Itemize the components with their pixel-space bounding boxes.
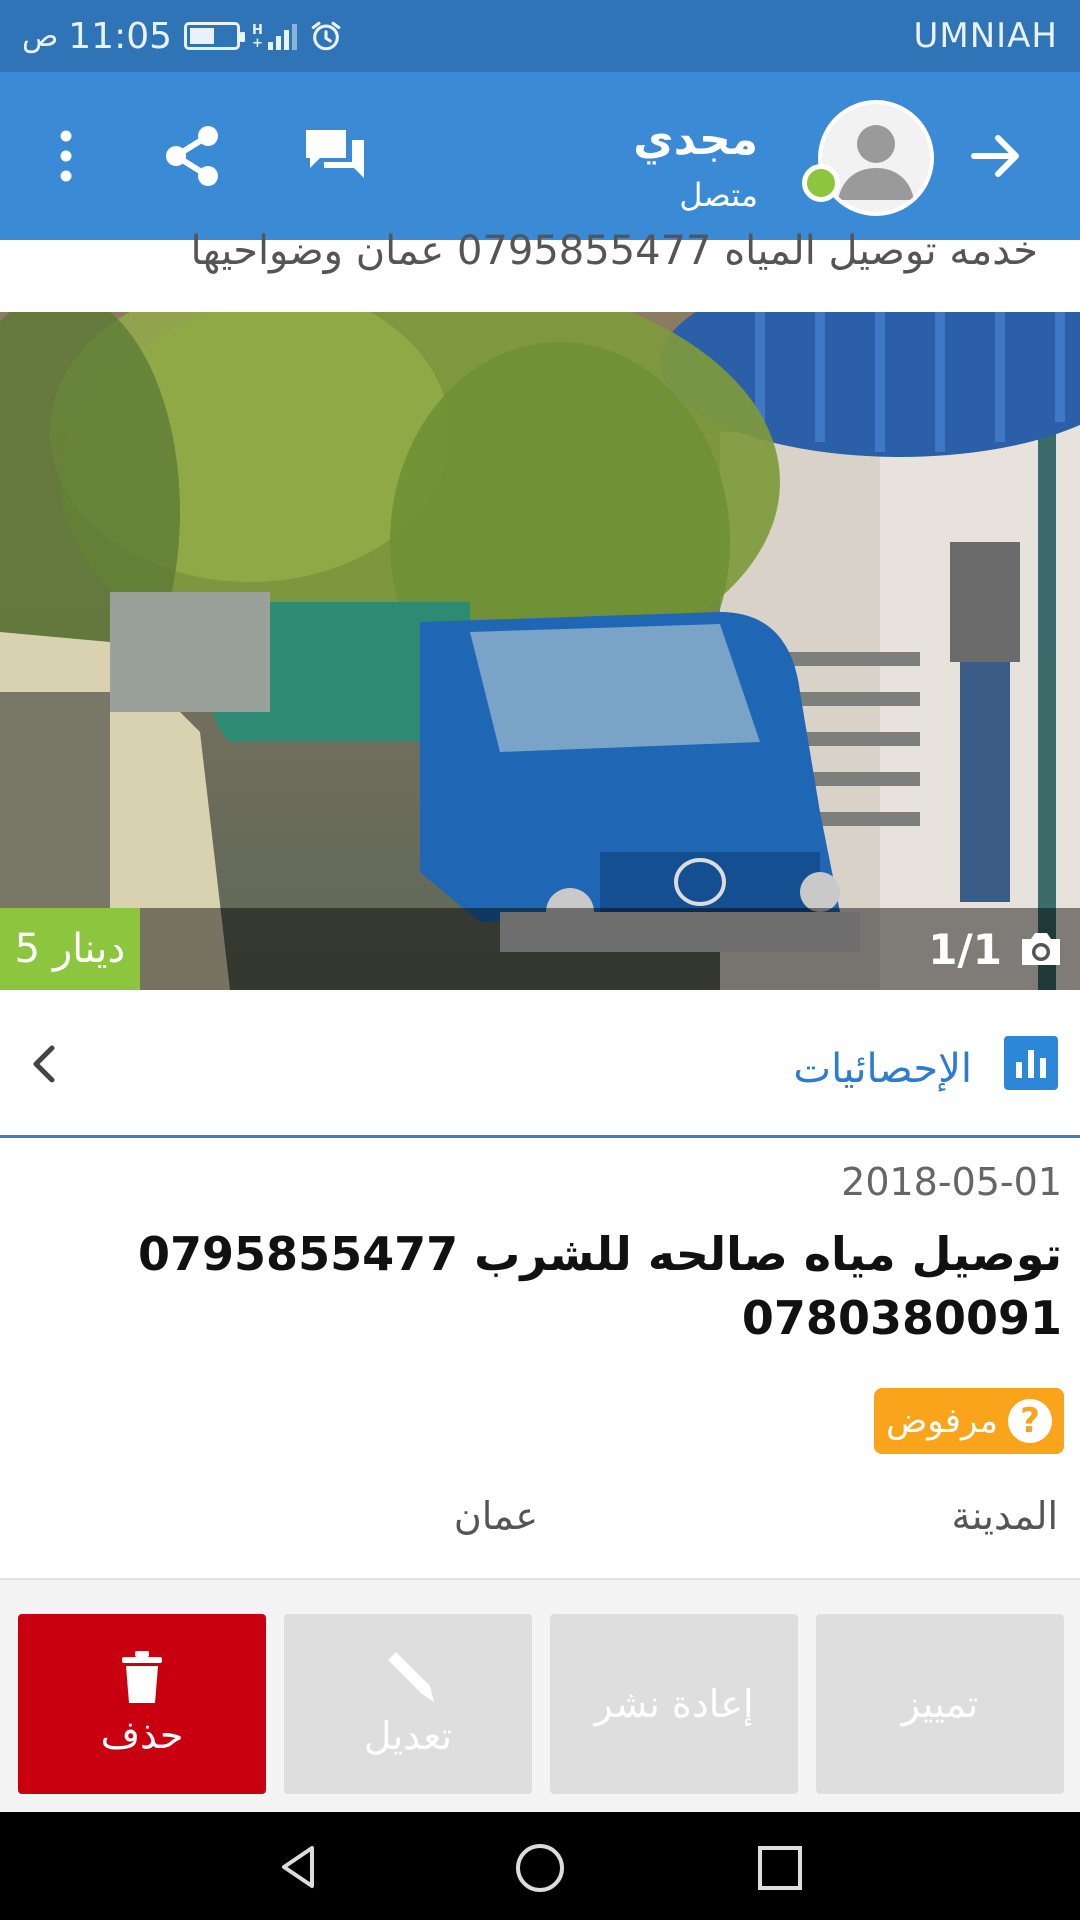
- user-name[interactable]: مجدي: [633, 114, 758, 165]
- back-nav-icon[interactable]: [274, 1842, 324, 1892]
- trash-icon: [122, 1651, 162, 1703]
- post-title: توصيل مياه صالحه للشرب 0795855477 078038…: [138, 1227, 1062, 1345]
- status-badge-label: مرفوض: [886, 1401, 998, 1441]
- carrier-name: UMNIAH: [913, 16, 1058, 56]
- status-clock: ص 11:05: [22, 16, 172, 57]
- photo-overlay-bar: [0, 908, 1080, 990]
- republish-button[interactable]: إعادة نشر: [550, 1614, 798, 1794]
- status-bar: ص 11:05 H + UMNIAH: [0, 0, 1080, 72]
- status-badge[interactable]: مرفوض ?: [874, 1388, 1064, 1454]
- chat-icon[interactable]: [300, 72, 372, 240]
- listing-photo[interactable]: [0, 312, 1080, 990]
- chevron-left-icon[interactable]: [18, 1034, 74, 1094]
- city-value: عمان: [453, 1494, 538, 1538]
- image-caption-text: خدمه توصيل المياه 0795855477 عمان وضواحي…: [190, 228, 1038, 274]
- truck-photo-illustration: [0, 312, 1080, 990]
- signal-tag: H +: [252, 23, 263, 51]
- delete-button-label: حذف: [100, 1713, 184, 1757]
- camera-icon: [1022, 933, 1060, 965]
- avatar[interactable]: [818, 100, 934, 216]
- price-tag: 5 دينار: [0, 908, 140, 990]
- battery-icon: [184, 22, 246, 50]
- recents-nav-icon[interactable]: [756, 1844, 804, 1892]
- action-bar: حذف تعديل إعادة نشر تمييز: [0, 1580, 1080, 1812]
- stats-label[interactable]: الإحصائيات: [793, 1046, 972, 1092]
- more-vert-icon[interactable]: [38, 72, 94, 240]
- feature-button[interactable]: تمييز: [816, 1614, 1064, 1794]
- battery-fill: [190, 28, 215, 44]
- delete-button[interactable]: حذف: [18, 1614, 266, 1794]
- app-bar: مجدي متصل: [0, 72, 1080, 240]
- alarm-icon: [311, 21, 341, 51]
- photo-counter[interactable]: 1/1: [928, 908, 1064, 990]
- republish-button-label: إعادة نشر: [594, 1682, 754, 1726]
- post-date: 2018-05-01: [841, 1160, 1062, 1204]
- system-nav-bar: [0, 1812, 1080, 1920]
- status-ampm: ص: [22, 18, 59, 54]
- status-left-group: ص 11:05 H +: [22, 0, 343, 72]
- question-mark-icon: ?: [1008, 1399, 1052, 1443]
- signal-icon: H +: [252, 22, 297, 50]
- image-caption-strip: خدمه توصيل المياه 0795855477 عمان وضواحي…: [0, 228, 1080, 312]
- pencil-icon: [388, 1652, 434, 1702]
- edit-button-label: تعديل: [363, 1714, 453, 1758]
- home-nav-icon[interactable]: [514, 1842, 566, 1894]
- online-indicator: [802, 164, 840, 202]
- edit-button[interactable]: تعديل: [284, 1614, 532, 1794]
- bar-chart-icon: [1004, 1036, 1058, 1090]
- user-status: متصل: [679, 176, 758, 214]
- share-icon[interactable]: [160, 72, 224, 240]
- status-time: 11:05: [68, 15, 173, 57]
- forward-arrow-icon[interactable]: [968, 72, 1024, 240]
- feature-button-label: تمييز: [901, 1682, 979, 1726]
- city-label: المدينة: [951, 1494, 1058, 1538]
- stats-row[interactable]: الإحصائيات: [0, 990, 1080, 1138]
- photo-counter-text: 1/1: [928, 924, 1002, 974]
